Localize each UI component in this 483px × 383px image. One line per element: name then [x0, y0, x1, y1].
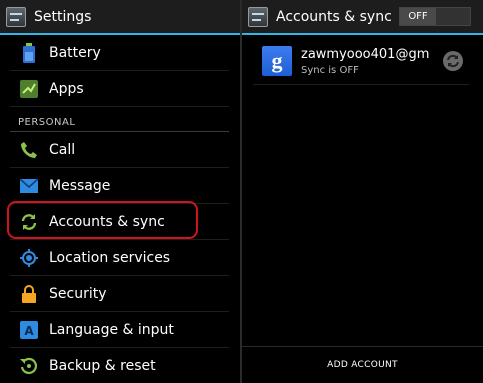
settings-item-label: Language & input	[49, 321, 174, 338]
settings-item-label: Battery	[49, 44, 101, 61]
toggle-off-label: OFF	[400, 8, 436, 25]
add-account-label: ADD ACCOUNT	[327, 360, 398, 370]
sync-status-icon[interactable]	[442, 50, 464, 72]
google-icon: g	[262, 46, 292, 76]
settings-item-label: Backup & reset	[49, 357, 156, 374]
settings-item-apps[interactable]: Apps	[10, 71, 229, 107]
apps-icon	[18, 78, 40, 100]
envelope-icon	[18, 175, 40, 197]
settings-item-label: Security	[49, 285, 107, 302]
settings-pane: Settings Battery Apps PERSONAL Call Mess…	[0, 0, 240, 383]
account-text: zawmyooo401@gm Sync is OFF	[301, 47, 442, 76]
settings-action-bar: Settings	[0, 0, 240, 35]
svg-text:A: A	[24, 324, 34, 338]
settings-item-label: Apps	[49, 80, 84, 97]
settings-app-icon[interactable]	[248, 6, 268, 27]
accounts-sync-pane: Accounts & sync OFF g zawmyooo401@gm Syn…	[242, 0, 483, 383]
settings-item-battery[interactable]: Battery	[10, 35, 229, 71]
settings-item-language-input[interactable]: A Language & input	[10, 312, 229, 348]
phone-icon	[18, 139, 40, 161]
account-sync-status: Sync is OFF	[301, 64, 359, 76]
settings-item-backup-reset[interactable]: Backup & reset	[10, 348, 229, 383]
highlight-outline	[7, 201, 198, 239]
settings-item-location-services[interactable]: Location services	[10, 240, 229, 276]
lock-icon	[18, 283, 40, 305]
location-icon	[18, 247, 40, 269]
add-account-button[interactable]: ADD ACCOUNT	[242, 346, 483, 383]
section-header-personal: PERSONAL	[10, 107, 229, 132]
backup-icon	[18, 355, 40, 377]
settings-app-icon[interactable]	[6, 6, 26, 27]
page-title: Settings	[34, 8, 92, 25]
settings-item-security[interactable]: Security	[10, 276, 229, 312]
settings-item-label: Location services	[49, 249, 171, 266]
settings-item-label: Call	[49, 141, 76, 158]
section-header-label: PERSONAL	[18, 117, 76, 128]
account-row[interactable]: g zawmyooo401@gm Sync is OFF	[253, 38, 469, 85]
keyboard-a-icon: A	[18, 319, 40, 341]
sync-toggle[interactable]: OFF	[399, 7, 471, 26]
battery-icon	[18, 42, 40, 64]
settings-item-call[interactable]: Call	[10, 132, 229, 168]
accounts-action-bar: Accounts & sync OFF	[242, 0, 483, 35]
account-name: zawmyooo401@gm	[301, 46, 430, 62]
accounts-title: Accounts & sync	[276, 8, 392, 25]
settings-item-message[interactable]: Message	[10, 168, 229, 204]
settings-item-label: Message	[49, 177, 111, 194]
